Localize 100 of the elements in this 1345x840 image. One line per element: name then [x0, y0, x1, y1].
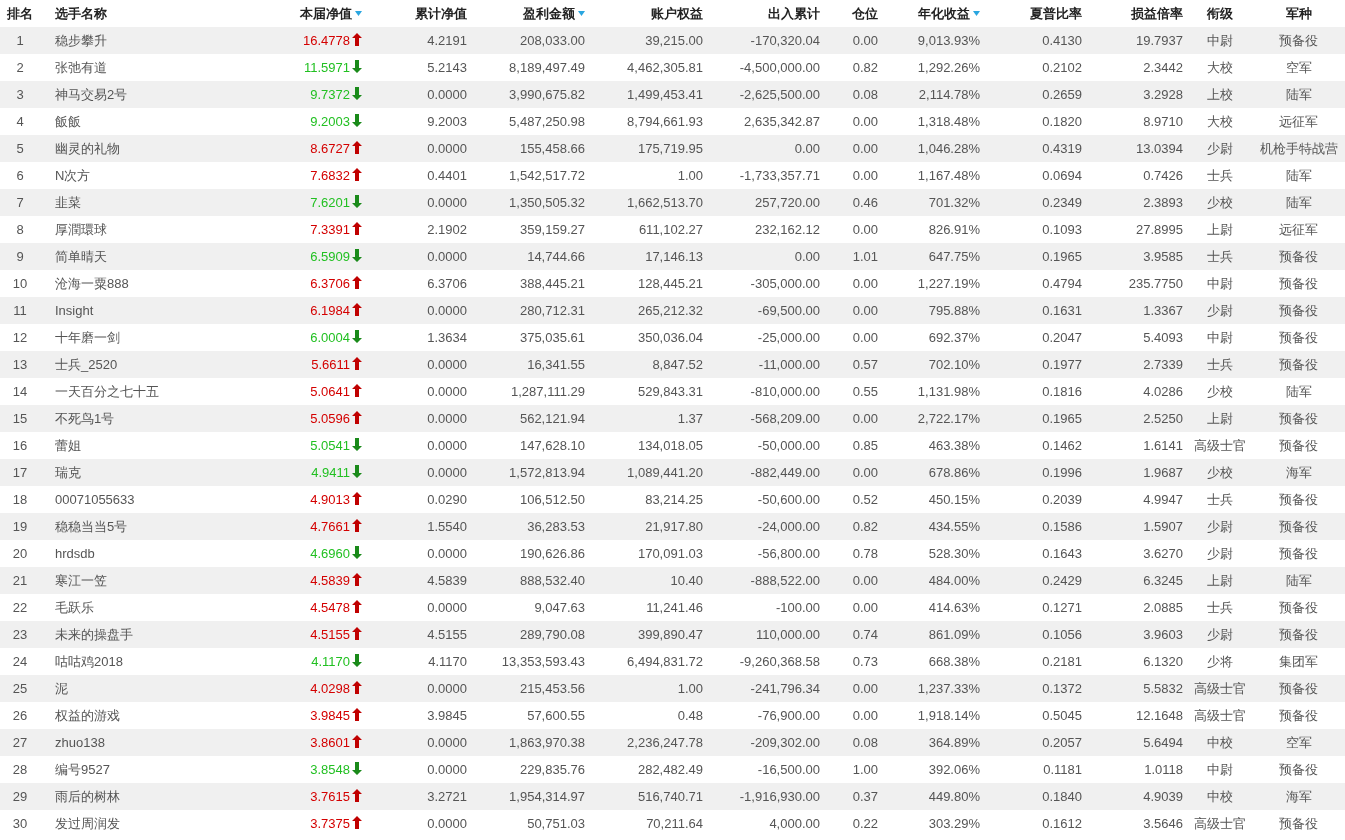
table-cell-text: 0.0000: [427, 463, 467, 482]
table-cell[interactable]: 雨后的树林: [55, 786, 120, 807]
table-cell-text: 0.57: [852, 355, 878, 374]
table-cell-text: 4.5155: [310, 625, 350, 644]
table-cell-text: 陆军: [1285, 85, 1312, 104]
table-cell[interactable]: 毛跃乐: [55, 597, 94, 618]
table-cell-text: 4,462,305.81: [627, 58, 703, 77]
table-cell[interactable]: 蕾姐: [55, 435, 81, 456]
table-cell-text: 701.32%: [928, 193, 980, 212]
table-cell-text: 4.5155: [427, 625, 467, 644]
table-cell-text: 0.1820: [1042, 112, 1082, 131]
table-cell-text: 陆军: [1285, 382, 1312, 401]
column-header: 出入累计: [768, 4, 820, 23]
table-cell-text: 190,626.86: [519, 544, 585, 563]
table-cell-text: 3.2928: [1143, 85, 1183, 104]
table-cell-text: 9.2003: [310, 112, 350, 131]
table-cell-text: 0.00: [852, 328, 878, 347]
table-cell-text: 0.78: [852, 544, 878, 563]
table-cell[interactable]: 寒江一笠: [55, 570, 107, 591]
table-cell-text: 0.1612: [1042, 814, 1082, 833]
table-cell-text: 13,353,593.43: [501, 652, 585, 671]
table-cell-text: 562,121.94: [519, 409, 585, 428]
table-cell-text: 13: [12, 355, 28, 374]
table-cell-text: 0.00: [852, 220, 878, 239]
table-cell-text: 0.0000: [427, 598, 467, 617]
table-cell-text: -209,302.00: [750, 733, 820, 752]
table-cell[interactable]: 幽灵的礼物: [55, 138, 120, 159]
table-cell-text: 1.5907: [1143, 517, 1183, 536]
table-cell[interactable]: 未来的操盘手: [55, 624, 133, 645]
table-cell[interactable]: 不死鸟1号: [55, 408, 115, 429]
table-cell[interactable]: 十年磨一剑: [55, 327, 120, 348]
table-cell-text: 50,751.03: [527, 814, 585, 833]
table-cell-text: 士兵: [1207, 598, 1233, 617]
table-cell-text: 70,211.64: [646, 814, 703, 833]
table-cell-text: 12: [12, 328, 28, 347]
table-cell[interactable]: 瑞克: [55, 462, 81, 483]
table-cell-text: 海军: [1285, 463, 1312, 482]
table-cell-text: 702.10%: [928, 355, 980, 374]
table-cell[interactable]: 士兵_2520: [55, 354, 118, 375]
table-cell[interactable]: 稳稳当当5号: [55, 516, 128, 537]
table-cell-text: 0.1816: [1042, 382, 1082, 401]
table-cell-text: 3.9845: [310, 706, 350, 725]
table-cell-text: 预备役: [1279, 355, 1318, 374]
table-cell[interactable]: 韭菜: [55, 192, 81, 213]
table-cell-text: 1,572,813.94: [509, 463, 585, 482]
table-cell[interactable]: 厚潤環球: [55, 219, 107, 240]
table-cell-text: 21: [12, 571, 28, 590]
table-cell-text: 1,863,970.38: [509, 733, 585, 752]
table-cell[interactable]: zhuo138: [55, 732, 105, 753]
table-cell-text: 0.82: [852, 58, 878, 77]
table-cell-text: 陆军: [1285, 166, 1312, 185]
table-cell-text: 350,036.04: [637, 328, 703, 347]
table-cell[interactable]: 神马交易2号: [55, 84, 128, 105]
table-cell-text: 1.37: [677, 409, 703, 428]
table-cell-text: 0.00: [852, 706, 878, 725]
table-cell[interactable]: 沧海一粟888: [55, 273, 129, 294]
table-cell-text: 少尉: [1207, 301, 1233, 320]
table-cell-text: 15: [12, 409, 28, 428]
table-cell-text: 9: [16, 247, 24, 266]
table-cell-text: 303.29%: [928, 814, 980, 833]
table-cell-text: 6.3706: [427, 274, 467, 293]
table-cell-text: 7: [16, 193, 24, 212]
table-cell[interactable]: 泥: [55, 678, 68, 699]
table-cell-text: 280,712.31: [519, 301, 585, 320]
table-cell[interactable]: 权益的游戏: [55, 705, 120, 726]
table-cell[interactable]: hrdsdb: [55, 543, 95, 564]
table-cell-text: 少尉: [1207, 625, 1233, 644]
table-cell-text: 1,287,111.29: [511, 382, 585, 401]
table-cell-text: 57,600.55: [527, 706, 585, 725]
table-cell-text: 中校: [1207, 787, 1233, 806]
table-cell[interactable]: 简单晴天: [55, 246, 107, 267]
table-cell-text: 0.0000: [427, 436, 467, 455]
table-cell[interactable]: N次方: [55, 165, 91, 186]
column-header[interactable]: 年化收益: [918, 3, 970, 24]
table-cell[interactable]: 00071055633: [55, 489, 135, 510]
table-cell[interactable]: 编号9527: [55, 759, 110, 780]
table-cell-text: 大校: [1207, 58, 1233, 77]
table-cell-text: 高级士官: [1194, 814, 1246, 833]
table-cell[interactable]: 一天百分之七十五: [55, 381, 159, 402]
table-cell-text: 远征军: [1279, 220, 1318, 239]
column-header[interactable]: 盈利金额: [523, 3, 575, 24]
table-cell-text: 中尉: [1207, 328, 1233, 347]
table-cell[interactable]: 张弛有道: [55, 57, 107, 78]
table-cell-text: 5.0541: [310, 436, 350, 455]
table-cell[interactable]: 飯飯: [55, 111, 81, 132]
table-cell-text: 预备役: [1279, 598, 1318, 617]
table-cell[interactable]: Insight: [55, 300, 94, 321]
table-cell[interactable]: 稳步攀升: [55, 30, 107, 51]
table-cell-text: 20: [12, 544, 28, 563]
table-cell-text: 1.00: [677, 679, 703, 698]
table-cell[interactable]: 发过周润发: [55, 813, 120, 834]
table-cell[interactable]: 咕咕鸡2018: [55, 651, 123, 672]
table-cell-text: 3: [16, 85, 24, 104]
column-header: 账户权益: [651, 4, 703, 23]
table-cell-text: 289,790.08: [519, 625, 585, 644]
table-cell-text: 9,013.93%: [917, 31, 980, 50]
table-cell-text: 4.9947: [1143, 490, 1183, 509]
column-header[interactable]: 本届净值: [300, 3, 352, 24]
table-cell-text: 1.5540: [427, 517, 467, 536]
table-cell-text: 4.9013: [310, 490, 350, 509]
